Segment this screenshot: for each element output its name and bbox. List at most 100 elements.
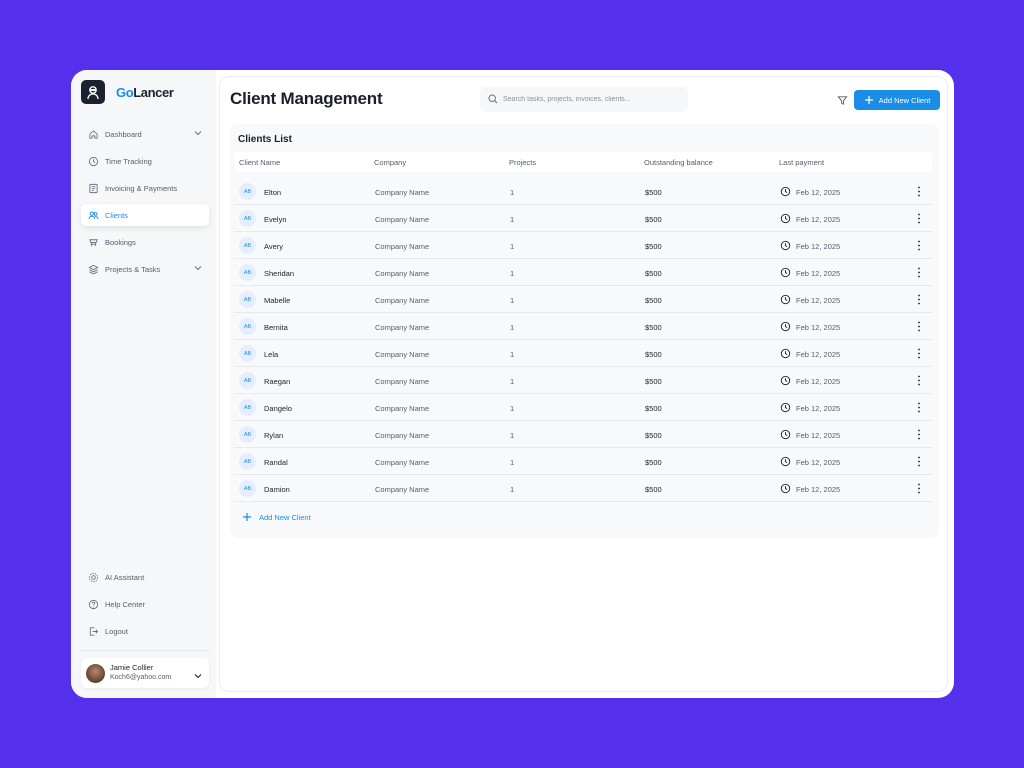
- column-header-last-payment[interactable]: Last payment: [779, 158, 824, 167]
- more-options-icon[interactable]: [916, 455, 922, 468]
- client-initials-avatar: AB: [239, 237, 256, 254]
- logout-icon: [87, 625, 99, 637]
- client-last-payment: Feb 12, 2025: [796, 458, 841, 467]
- sidebar-item-clients[interactable]: Clients: [81, 204, 209, 226]
- client-company: Company Name: [375, 296, 430, 305]
- sidebar-item-bookings[interactable]: Bookings: [81, 231, 209, 253]
- client-name: Mabelle: [264, 296, 291, 305]
- table-header: Client Name Company Projects Outstanding…: [234, 152, 932, 172]
- sidebar-bottom-nav: AI Assistant Help Center Logout: [81, 566, 209, 647]
- help-icon: [87, 598, 99, 610]
- more-options-icon[interactable]: [916, 401, 922, 414]
- table-row[interactable]: AB Mabelle Company Name 1 $500 Feb 12, 2025: [234, 286, 932, 313]
- client-name: Sheridan: [264, 269, 295, 278]
- chevron-down-icon[interactable]: [193, 128, 203, 140]
- client-name: Rylan: [264, 431, 284, 440]
- client-name: Dangelo: [264, 404, 292, 413]
- add-new-client-link[interactable]: Add New Client: [242, 512, 311, 522]
- client-projects: 1: [510, 350, 515, 359]
- app-window: GoLancer Dashboard Time Tracking Invoici…: [71, 70, 954, 698]
- more-options-icon[interactable]: [916, 482, 922, 495]
- user-email: Koch6@yahoo.com: [110, 674, 172, 681]
- user-menu[interactable]: Jamie Collier Koch6@yahoo.com: [81, 658, 209, 688]
- client-last-payment: Feb 12, 2025: [796, 242, 841, 251]
- add-new-client-link-label: Add New Client: [259, 512, 311, 522]
- column-header-client-name[interactable]: Client Name: [239, 158, 280, 167]
- sidebar-item-label: Bookings: [105, 237, 136, 247]
- client-company: Company Name: [375, 269, 430, 278]
- search-input[interactable]: [503, 96, 678, 103]
- table-row[interactable]: AB Bernita Company Name 1 $500 Feb 12, 2025: [234, 313, 932, 340]
- client-balance: $500: [645, 296, 662, 305]
- filter-icon[interactable]: [835, 93, 849, 107]
- more-options-icon[interactable]: [916, 185, 922, 198]
- chevron-down-icon[interactable]: [193, 668, 203, 686]
- sidebar-item-help-center[interactable]: Help Center: [81, 593, 209, 615]
- table-row[interactable]: AB Damion Company Name 1 $500 Feb 12, 2025: [234, 475, 932, 502]
- table-row[interactable]: AB Dangelo Company Name 1 $500 Feb 12, 2025: [234, 394, 932, 421]
- client-last-payment: Feb 12, 2025: [796, 323, 841, 332]
- sidebar-item-projects-tasks[interactable]: Projects & Tasks: [81, 258, 209, 280]
- sidebar-item-time-tracking[interactable]: Time Tracking: [81, 150, 209, 172]
- ai-icon: [87, 571, 99, 583]
- plus-icon: [864, 95, 874, 105]
- logo[interactable]: GoLancer: [81, 80, 174, 104]
- client-name: Evelyn: [264, 215, 287, 224]
- client-name: Avery: [264, 242, 284, 251]
- client-last-payment: Feb 12, 2025: [796, 485, 841, 494]
- client-company: Company Name: [375, 458, 430, 467]
- more-options-icon[interactable]: [916, 239, 922, 252]
- column-header-outstanding-balance[interactable]: Outstanding balance: [644, 158, 713, 167]
- clock-icon: [780, 375, 791, 386]
- logo-lancer: Lancer: [133, 84, 174, 100]
- sidebar-nav: Dashboard Time Tracking Invoicing & Paym…: [81, 123, 209, 285]
- client-balance: $500: [645, 242, 662, 251]
- client-initials-avatar: AB: [239, 318, 256, 335]
- bookings-icon: [87, 236, 99, 248]
- table-row[interactable]: AB Evelyn Company Name 1 $500 Feb 12, 2025: [234, 205, 932, 232]
- table-row[interactable]: AB Avery Company Name 1 $500 Feb 12, 2025: [234, 232, 932, 259]
- client-initials-avatar: AB: [239, 372, 256, 389]
- more-options-icon[interactable]: [916, 374, 922, 387]
- client-balance: $500: [645, 350, 662, 359]
- search-bar[interactable]: [480, 87, 688, 112]
- column-header-company[interactable]: Company: [374, 158, 406, 167]
- sidebar-item-label: Logout: [105, 626, 128, 636]
- table-row[interactable]: AB Randal Company Name 1 $500 Feb 12, 2025: [234, 448, 932, 475]
- more-options-icon[interactable]: [916, 266, 922, 279]
- column-header-projects[interactable]: Projects: [509, 158, 536, 167]
- client-balance: $500: [645, 431, 662, 440]
- more-options-icon[interactable]: [916, 347, 922, 360]
- client-last-payment: Feb 12, 2025: [796, 377, 841, 386]
- table-row[interactable]: AB Sheridan Company Name 1 $500 Feb 12, 2025: [234, 259, 932, 286]
- clock-icon: [780, 321, 791, 332]
- table-row[interactable]: AB Elton Company Name 1 $500 Feb 12, 2025: [234, 178, 932, 205]
- table-row[interactable]: AB Rylan Company Name 1 $500 Feb 12, 2025: [234, 421, 932, 448]
- add-new-client-button[interactable]: Add New Client: [854, 90, 940, 110]
- client-initials-avatar: AB: [239, 480, 256, 497]
- more-options-icon[interactable]: [916, 320, 922, 333]
- table-row[interactable]: AB Lela Company Name 1 $500 Feb 12, 2025: [234, 340, 932, 367]
- chevron-down-icon[interactable]: [193, 263, 203, 275]
- more-options-icon[interactable]: [916, 212, 922, 225]
- sidebar-divider: [81, 650, 209, 651]
- logo-go: Go: [116, 84, 134, 100]
- sidebar-item-label: AI Assistant: [105, 572, 145, 582]
- sidebar-item-label: Invoicing & Payments: [105, 183, 178, 193]
- user-name: Jamie Collier: [110, 663, 154, 672]
- sidebar-item-label: Projects & Tasks: [105, 264, 161, 274]
- client-projects: 1: [510, 269, 515, 278]
- client-balance: $500: [645, 215, 662, 224]
- clock-icon: [780, 456, 791, 467]
- client-initials-avatar: AB: [239, 426, 256, 443]
- client-projects: 1: [510, 377, 515, 386]
- more-options-icon[interactable]: [916, 428, 922, 441]
- sidebar-item-dashboard[interactable]: Dashboard: [81, 123, 209, 145]
- sidebar-item-logout[interactable]: Logout: [81, 620, 209, 642]
- client-company: Company Name: [375, 215, 430, 224]
- sidebar-item-ai-assistant[interactable]: AI Assistant: [81, 566, 209, 588]
- table-row[interactable]: AB Raegan Company Name 1 $500 Feb 12, 2025: [234, 367, 932, 394]
- sidebar-item-invoicing[interactable]: Invoicing & Payments: [81, 177, 209, 199]
- client-company: Company Name: [375, 404, 430, 413]
- more-options-icon[interactable]: [916, 293, 922, 306]
